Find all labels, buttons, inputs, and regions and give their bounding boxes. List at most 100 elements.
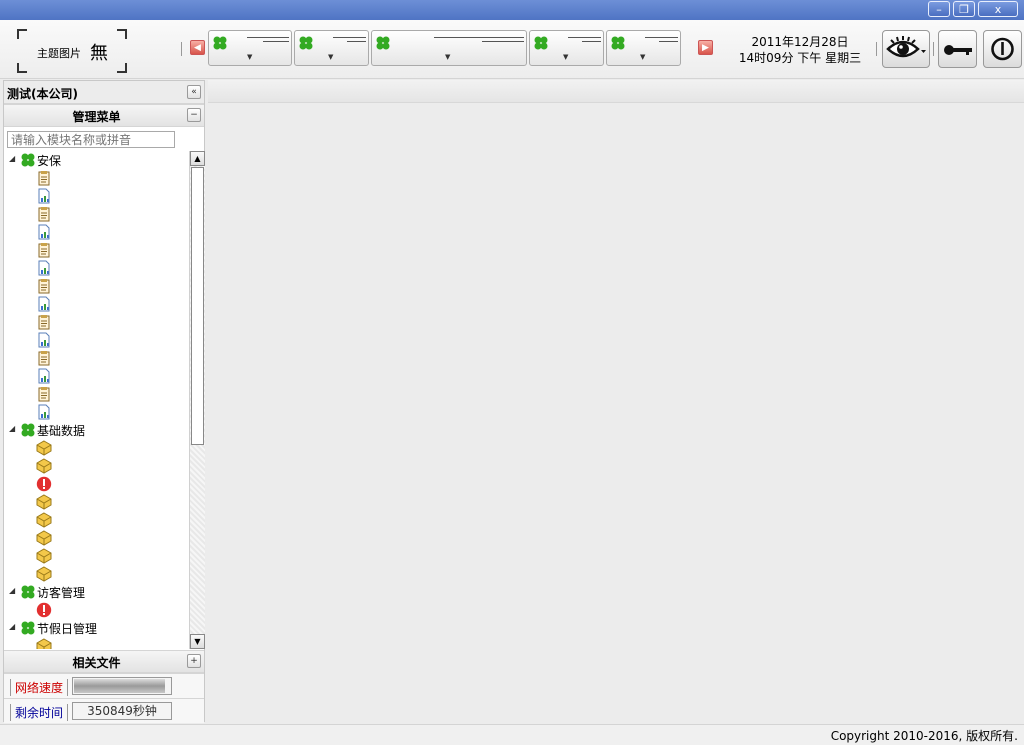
document-icon[interactable] [36, 350, 52, 366]
status-footer: Copyright 2010-2016, 版权所有. [0, 724, 1024, 745]
corner-mark [117, 29, 127, 39]
theme-image-label: 主题图片 [37, 47, 81, 60]
scroll-right-button[interactable]: ▶ [698, 40, 713, 55]
module-group-icon [20, 152, 36, 171]
menu-tree: ◢ 安保 ◢ 基础数据 ◢ 访客管理 ◢ 节假日管理 [4, 151, 189, 649]
dropdown-caret-icon: ▼ [247, 53, 253, 61]
toolbar-group-4[interactable]: ▼ [529, 30, 604, 66]
module-icon [299, 36, 313, 50]
tree-group[interactable]: ◢ 基础数据 [4, 421, 189, 439]
theme-image-box[interactable]: 主题图片 無 [17, 29, 127, 73]
content-tab-strip [208, 80, 1024, 103]
key-icon [944, 45, 972, 55]
alert-icon[interactable] [36, 602, 52, 618]
dropdown-caret-icon: ▼ [563, 53, 569, 61]
label-line [333, 37, 366, 38]
scroll-thumb[interactable] [191, 167, 204, 445]
expand-triangle-icon[interactable]: ◢ [9, 154, 15, 163]
module-icon [213, 36, 227, 50]
toolbar-group-2[interactable]: ▼ [294, 30, 369, 66]
files-section-header[interactable]: 相关文件 + [4, 650, 204, 673]
module-box-icon[interactable] [36, 458, 52, 474]
view-button[interactable] [882, 30, 930, 68]
collapse-sidebar-button[interactable]: « [187, 85, 201, 99]
sidebar: 测试(本公司) « 管理菜单 − ◢ 安保 ◢ 基础数据 ◢ 访客管理 ◢ 节假日管理 ▲ ▼… [3, 80, 205, 723]
module-icon [534, 36, 548, 50]
report-chart-icon[interactable] [36, 260, 52, 276]
scroll-down-button[interactable]: ▼ [190, 634, 205, 649]
document-icon[interactable] [36, 170, 52, 186]
label-line [434, 37, 524, 38]
corner-mark [17, 29, 27, 39]
corner-mark [117, 63, 127, 73]
collapse-menu-button[interactable]: − [187, 108, 201, 122]
module-box-icon[interactable] [36, 512, 52, 528]
label-line [347, 41, 366, 42]
document-icon[interactable] [36, 314, 52, 330]
module-box-icon[interactable] [36, 494, 52, 510]
restore-button[interactable]: ❐ [953, 1, 975, 17]
power-button[interactable] [983, 30, 1022, 68]
close-button[interactable]: x [978, 1, 1018, 17]
module-box-icon[interactable] [36, 440, 52, 456]
report-chart-icon[interactable] [36, 368, 52, 384]
document-icon[interactable] [36, 278, 52, 294]
toolbar-group-3[interactable]: ▼ [371, 30, 527, 66]
network-speed-row: 网络速度 [4, 673, 204, 698]
toolbar-group-5[interactable]: ▼ [606, 30, 681, 66]
theme-glyph: 無 [90, 43, 108, 64]
datetime-display: 2011年12月28日 14时09分 下午 星期三 [738, 34, 862, 66]
document-icon[interactable] [36, 242, 52, 258]
label-line [568, 37, 601, 38]
module-group-icon [20, 620, 36, 639]
scroll-up-button[interactable]: ▲ [190, 151, 205, 166]
expand-triangle-icon[interactable]: ◢ [9, 622, 15, 631]
minimize-button[interactable]: – [928, 1, 950, 17]
dropdown-caret-icon: ▼ [640, 53, 646, 61]
copyright-text: Copyright 2010-2016, 版权所有. [830, 729, 1018, 743]
window-titlebar: – ❐ x [0, 0, 1024, 20]
network-speed-bar [72, 677, 172, 695]
date-text: 2011年12月28日 [751, 35, 849, 49]
menu-section-header[interactable]: 管理菜单 − [4, 104, 204, 127]
module-search-input[interactable] [7, 131, 175, 148]
network-speed-fill [74, 679, 166, 693]
module-box-icon[interactable] [36, 530, 52, 546]
toolbar-divider [876, 42, 877, 56]
module-box-icon[interactable] [36, 566, 52, 582]
document-icon[interactable] [36, 386, 52, 402]
label-line [659, 41, 678, 42]
label-line [263, 41, 289, 42]
module-box-icon[interactable] [36, 548, 52, 564]
tree-group[interactable]: ◢ 访客管理 [4, 583, 189, 601]
sidebar-title-bar: 测试(本公司) « [4, 81, 204, 104]
tree-group-label: 安保 [37, 154, 62, 168]
dropdown-caret-icon: ▼ [445, 53, 451, 61]
alert-icon[interactable] [36, 476, 52, 492]
module-icon [376, 36, 390, 50]
document-icon[interactable] [36, 206, 52, 222]
label-line [247, 37, 289, 38]
tree-group[interactable]: ◢ 节假日管理 [4, 619, 189, 637]
report-chart-icon[interactable] [36, 332, 52, 348]
tree-group-label: 访客管理 [37, 586, 86, 600]
report-chart-icon[interactable] [36, 404, 52, 420]
scroll-left-button[interactable]: ◀ [190, 40, 205, 55]
power-icon [991, 37, 1014, 61]
toolbar-divider [933, 42, 934, 56]
expand-triangle-icon[interactable]: ◢ [9, 424, 15, 433]
password-button[interactable] [938, 30, 977, 68]
tree-group[interactable]: ◢ 安保 [4, 151, 189, 169]
report-chart-icon[interactable] [36, 188, 52, 204]
module-box-icon[interactable] [36, 638, 52, 649]
main-toolbar: 主题图片 無 ◀ ▼ ▼ ▼ ▼ ▼ ▶ 2011年12月28日 14时09分 … [0, 20, 1024, 79]
expand-files-button[interactable]: + [187, 654, 201, 668]
report-chart-icon[interactable] [36, 296, 52, 312]
label-line [645, 37, 678, 38]
company-title: 测试(本公司) [7, 87, 78, 101]
report-chart-icon[interactable] [36, 224, 52, 240]
toolbar-group-1[interactable]: ▼ [208, 30, 292, 66]
expand-triangle-icon[interactable]: ◢ [9, 586, 15, 595]
tree-group-label: 基础数据 [37, 424, 86, 438]
tree-scrollbar[interactable]: ▲ ▼ [189, 151, 205, 649]
